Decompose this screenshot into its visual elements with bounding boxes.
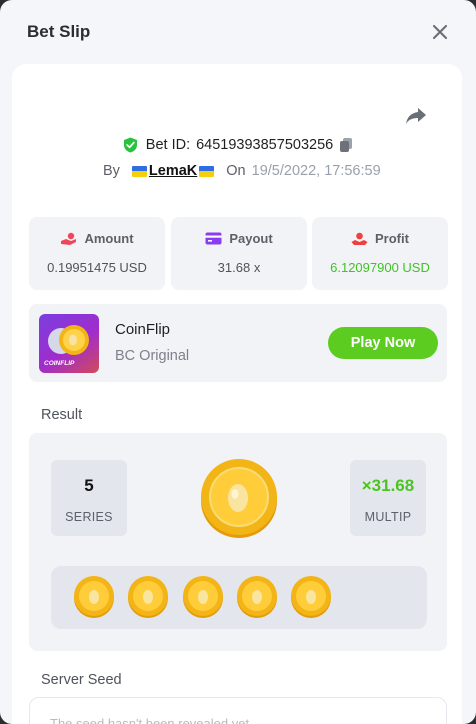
server-seed-text: The seed hasn't been revealed yet <box>50 716 250 724</box>
game-name: CoinFlip <box>115 321 171 338</box>
coin-icon <box>183 576 223 618</box>
series-label: SERIES <box>65 510 113 524</box>
bet-id-value: 64519393857503256 <box>196 137 334 153</box>
coin-icon <box>237 576 277 618</box>
ukraine-flag-icon <box>131 165 147 177</box>
bet-author-row: By LemaK On 19/5/2022, 17:56:59 <box>103 160 381 182</box>
modal-header: Bet Slip <box>0 0 476 64</box>
on-label: On <box>226 163 246 179</box>
modal-title: Bet Slip <box>27 22 91 41</box>
stat-profit-value: 6.12097900 USD <box>330 260 430 275</box>
server-seed-field[interactable]: The seed hasn't been revealed yet <box>29 697 447 724</box>
by-label: By <box>103 163 120 179</box>
stat-amount-label: Amount <box>84 231 134 246</box>
close-button[interactable] <box>430 22 450 42</box>
coin-icon <box>74 576 114 618</box>
bet-slip-modal: Bet Slip Bet ID: 64519393857503256 By Le… <box>0 0 476 724</box>
card-icon <box>205 232 222 245</box>
game-provider: BC Original <box>115 348 190 364</box>
ukraine-flag-icon <box>199 165 215 177</box>
bet-date: 19/5/2022, 17:56:59 <box>251 163 381 179</box>
game-row: COINFLIP CoinFlip BC Original Play Now <box>29 304 447 382</box>
profit-hand-icon <box>351 232 368 245</box>
coin-icon <box>128 576 168 618</box>
stat-payout: Payout 31.68 x <box>171 217 307 290</box>
bet-id-label: Bet ID: <box>145 137 191 153</box>
username: LemaK <box>148 163 198 179</box>
multiplier-box: ×31.68 MULTIP <box>350 460 426 536</box>
result-coin-icon <box>201 459 277 538</box>
play-now-button[interactable]: Play Now <box>328 327 438 359</box>
multiplier-value: ×31.68 <box>361 476 415 495</box>
coin-icon <box>291 576 331 618</box>
hand-coins-icon <box>61 232 77 245</box>
shield-check-icon <box>123 137 137 153</box>
result-label: Result <box>41 407 83 423</box>
coinflip-thumbnail[interactable]: COINFLIP <box>39 314 99 373</box>
server-seed-label: Server Seed <box>41 672 122 688</box>
share-icon[interactable] <box>404 106 428 126</box>
series-box: 5 SERIES <box>51 460 127 536</box>
stat-amount-value: 0.19951475 USD <box>47 260 147 275</box>
series-value: 5 <box>84 476 94 495</box>
stat-payout-value: 31.68 x <box>217 260 261 275</box>
bet-id-row: Bet ID: 64519393857503256 <box>0 134 476 156</box>
coin-sequence <box>51 566 427 629</box>
stat-profit: Profit 6.12097900 USD <box>312 217 448 290</box>
stat-amount: Amount 0.19951475 USD <box>29 217 165 290</box>
close-icon <box>433 25 447 39</box>
user-link[interactable]: LemaK <box>131 163 215 179</box>
copy-icon[interactable] <box>339 137 353 153</box>
multiplier-label: MULTIP <box>364 510 412 524</box>
result-panel: 5 SERIES ×31.68 MULTIP <box>29 433 447 651</box>
stat-profit-label: Profit <box>375 231 409 246</box>
stat-payout-label: Payout <box>229 231 273 246</box>
thumb-label: COINFLIP <box>44 360 75 367</box>
